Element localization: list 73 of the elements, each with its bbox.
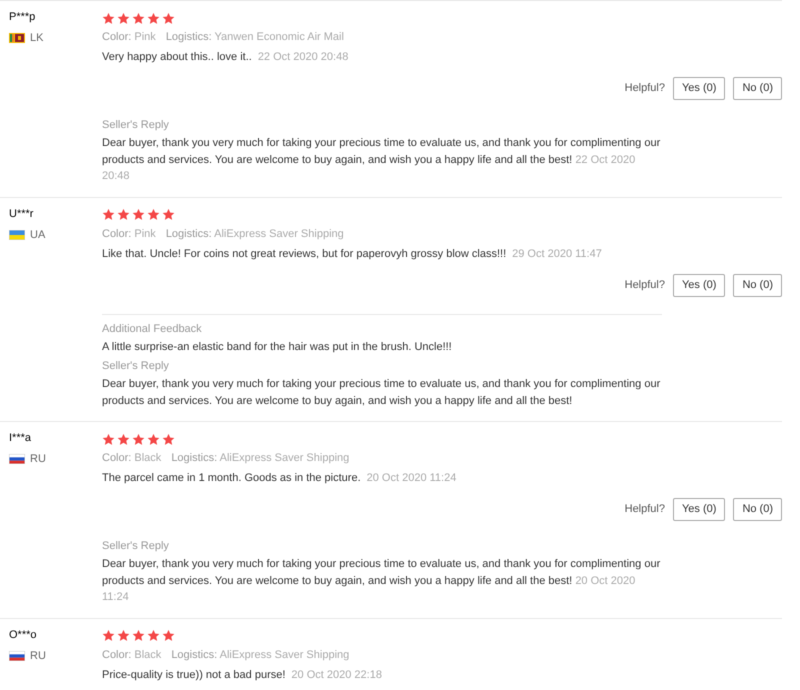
review-date: 20 Oct 2020 11:24	[366, 471, 456, 486]
star-icon	[102, 432, 115, 446]
seller-reply-heading: Seller's Reply	[102, 539, 170, 554]
star-icon	[162, 432, 175, 446]
reviewer-name: P***p	[9, 10, 36, 24]
helpful-vote-button[interactable]: No (0)	[733, 498, 782, 521]
star-icon	[117, 12, 130, 24]
star-icon	[132, 208, 145, 221]
review-date: 22 Oct 2020 20:48	[258, 50, 348, 65]
logistics-value: AliExpress Saver Shipping	[220, 648, 350, 660]
star-icon	[162, 208, 175, 221]
additional-feedback-heading: Additional Feedback	[102, 322, 203, 336]
color-value: Pink	[134, 228, 156, 240]
additional-feedback-text: A little surprise-an elastic band for the hair was put in the brush. Uncle!!!	[102, 340, 453, 354]
helpful-label: Helpful?	[624, 502, 665, 518]
country-code: RU	[30, 452, 46, 467]
seller-reply-heading: Seller's Reply	[102, 118, 170, 133]
star-icon	[132, 432, 145, 446]
seller-reply-text: Dear buyer, thank you very much for taking your precious time to evaluate us, and thank you for complimenting our products and services. You are welcome to buy again, and wish you a happy life and all the best! 20 Oct 2020 11:24	[102, 557, 662, 605]
star-icon	[102, 12, 115, 24]
star-icon	[132, 12, 145, 24]
helpful-vote-button[interactable]: No (0)	[733, 274, 782, 296]
color-label: Color:	[102, 31, 132, 43]
reviewer-name: U***r	[9, 206, 34, 220]
helpful-vote-button[interactable]: Yes (0)	[672, 77, 726, 100]
flag-icon	[9, 33, 25, 44]
logistics-label: Logistics:	[166, 228, 212, 240]
color-label: Color:	[102, 648, 132, 660]
review-text: Price-quality is true)) not a bad purse!	[102, 668, 286, 682]
logistics-value: Yanwen Economic Air Mail	[214, 31, 344, 43]
star-icon	[117, 629, 130, 642]
reviewer-name: I***a	[9, 431, 32, 445]
star-icon	[102, 208, 115, 221]
logistics-value: AliExpress Saver Shipping	[214, 228, 344, 240]
helpful-vote-button[interactable]: Yes (0)	[672, 274, 726, 296]
color-label: Color:	[102, 228, 132, 240]
helpful-vote-button[interactable]: Yes (0)	[672, 498, 726, 521]
flag-icon	[9, 230, 25, 240]
star-icon	[132, 629, 145, 642]
logistics-value: AliExpress Saver Shipping	[220, 452, 350, 464]
helpful-label: Helpful?	[624, 278, 665, 293]
star-icon	[102, 629, 115, 642]
logistics-label: Logistics:	[171, 452, 218, 464]
flag-icon	[9, 454, 25, 464]
star-icon	[117, 208, 130, 221]
reviewer-name: O***o	[9, 628, 38, 642]
seller-reply-text: Dear buyer, thank you very much for taking your precious time to evaluate us, and thank you for complimenting our products and services. You are welcome to buy again, and wish you a happy life and all the best!	[102, 377, 662, 408]
helpful-vote-button[interactable]: No (0)	[733, 77, 782, 100]
logistics-label: Logistics:	[171, 648, 218, 660]
helpful-label: Helpful?	[624, 81, 665, 96]
seller-reply-text: Dear buyer, thank you very much for taking your precious time to evaluate us, and thank you for complimenting our products and services. You are welcome to buy again, and wish you a happy life and all the best! 22 Oct 2020 20:48	[102, 136, 662, 184]
star-icon	[147, 629, 160, 642]
star-icon	[147, 12, 160, 24]
color-value: Black	[134, 452, 162, 464]
star-icon	[162, 629, 175, 642]
review-text: Like that. Uncle! For coins not great reviews, but for paperovyh grossy blow class!!!	[102, 246, 506, 262]
color-value: Black	[134, 648, 162, 660]
seller-reply-heading: Seller's Reply	[102, 359, 170, 374]
star-icon	[147, 208, 160, 221]
review-text: Very happy about this.. love it..	[102, 50, 252, 65]
flag-icon	[9, 650, 25, 661]
color-label: Color:	[102, 452, 132, 464]
review-date: 20 Oct 2020 22:18	[291, 668, 382, 682]
star-icon	[117, 432, 130, 446]
review-text: The parcel came in 1 month. Goods as in the picture.	[102, 471, 361, 486]
review-date: 29 Oct 2020 11:47	[512, 246, 602, 262]
country-code: LK	[30, 31, 44, 46]
country-code: UA	[30, 228, 46, 242]
star-icon	[147, 432, 160, 446]
country-code: RU	[30, 648, 46, 664]
color-value: Pink	[134, 31, 156, 43]
logistics-label: Logistics:	[166, 31, 212, 43]
star-icon	[162, 12, 175, 24]
